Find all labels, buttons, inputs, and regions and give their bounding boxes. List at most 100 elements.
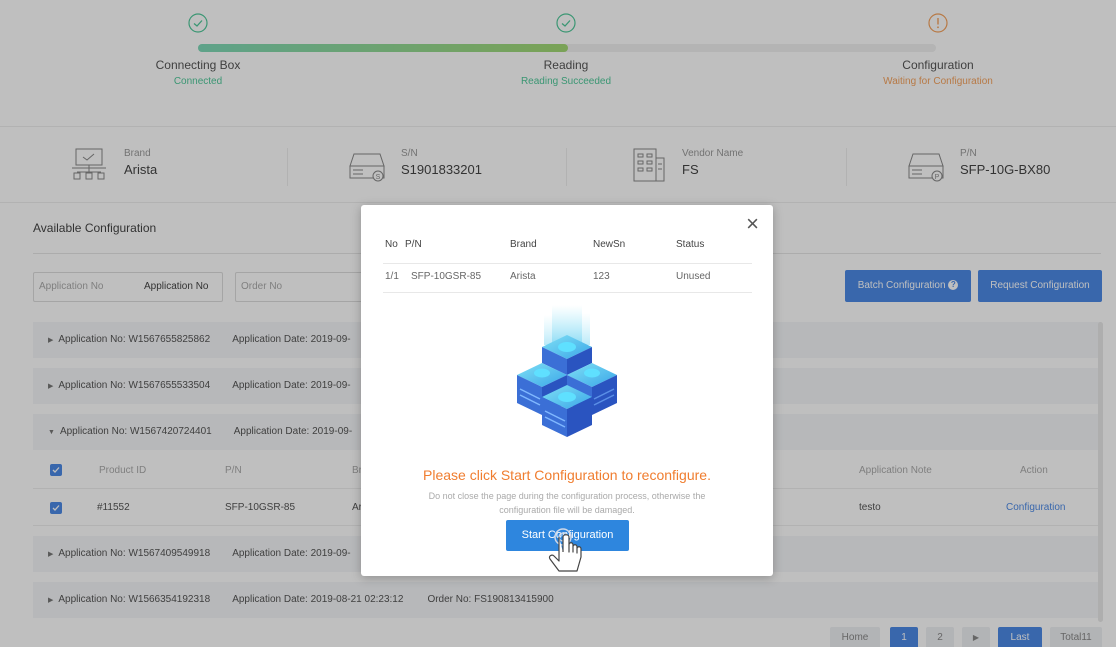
expand-arrow-icon: ▶ [48,597,54,604]
transceiver-sn-icon: S [349,153,385,182]
application-no: W1567409549918 [128,548,211,559]
application-date-label: Application Date: [232,380,308,391]
help-icon: ? [948,280,959,291]
divider [566,148,567,186]
application-no-value: Application No [144,281,209,292]
header-application-note: Application Note [859,465,932,476]
pn-label: P/N [960,148,977,159]
order-no: FS190813415900 [474,594,554,605]
batch-configuration-label: Batch Configuration [857,280,946,291]
page-total: Total11 [1050,627,1102,647]
modal-header-pn: P/N [405,239,422,250]
application-date: 2019-09- [310,380,351,391]
svg-text:P: P [935,174,940,181]
pn-value: SFP-10G-BX80 [960,162,1051,177]
network-device-icon [72,148,106,180]
page-1-button[interactable]: 1 [890,627,918,647]
divider [287,148,288,186]
application-no: W1567420724401 [129,426,212,437]
hand-pointer-icon [548,528,582,572]
check-circle-icon [188,13,208,33]
application-date: 2019-09- [310,548,351,559]
modal-message: Please click Start Configuration to reco… [423,467,711,483]
application-no-label: Application No: [58,594,126,605]
row-checkbox[interactable] [50,502,62,514]
step-connecting-box: Connecting Box Connected [88,13,308,87]
modal-cell-newsn: 123 [593,271,610,282]
cell-pn: SFP-10GSR-85 [225,502,296,513]
info-pn: P P/N SFP-10G-BX80 [906,148,1050,182]
page-home-button[interactable]: Home [830,627,880,647]
modal-cell-no: 1/1 [385,271,399,282]
batch-configuration-button[interactable]: Batch Configuration ? [845,270,971,302]
header-action: Action [1020,465,1048,476]
select-all-checkbox[interactable] [50,464,62,476]
divider [383,292,752,293]
application-no: W1566354192318 [128,594,211,605]
modal-header-newsn: NewSn [593,239,626,250]
application-row[interactable]: ▶ Application No: W1566354192318 Applicati… [33,582,1101,618]
application-no: W1567655533504 [128,380,211,391]
expand-arrow-icon: ▶ [48,551,54,558]
modal-note: Do not close the page during the configu… [428,491,706,515]
step-title: Connecting Box [155,58,241,72]
vendor-value: FS [682,162,699,177]
order-no-placeholder: Order No [241,281,283,292]
modal-header-brand: Brand [510,239,537,250]
expand-arrow-icon: ▶ [48,337,54,344]
cell-product-id: #11552 [97,502,130,513]
vendor-building-icon [633,148,665,182]
step-configuration: Configuration Waiting for Configuration [828,13,1048,87]
application-no-placeholder: Application No [39,281,104,292]
info-sn: S S/N S1901833201 [347,148,482,182]
step-status: Connected [173,76,223,87]
start-configuration-dialog: × No P/N Brand NewSn Status 1/1 SFP-10GS… [361,205,773,576]
divider [0,126,1116,127]
cell-application-note: testo [859,502,881,513]
divider [846,148,847,186]
check-circle-icon [556,13,576,33]
application-no-label: Application No: [58,380,126,391]
step-title: Configuration [902,58,974,72]
vendor-label: Vendor Name [682,148,744,159]
application-no-filter[interactable]: Application No Application No [33,272,223,302]
application-date-label: Application Date: [233,426,310,437]
page-2-button[interactable]: 2 [926,627,954,647]
application-date: 2019-09- [310,334,351,345]
application-date: 2019-08-21 02:23:12 [310,594,404,605]
application-no-label: Application No: [59,426,128,437]
application-date-label: Application Date: [232,334,308,345]
application-date-label: Application Date: [232,594,308,605]
request-configuration-button[interactable]: Request Configuration [978,270,1102,302]
expand-arrow-icon: ▶ [48,383,54,390]
sn-value: S1901833201 [401,162,482,177]
scrollbar[interactable] [1098,322,1103,622]
application-date: 2019-09- [312,426,353,437]
transceiver-pn-icon: P [908,153,944,182]
modal-header-status: Status [676,239,705,250]
page-next-button[interactable]: ▶ [962,627,990,647]
modal-cell-pn: SFP-10GSR-85 [411,271,482,282]
modal-cell-brand: Arista [510,271,536,282]
section-title: Available Configuration [33,221,157,235]
divider [0,202,1116,203]
brand-label: Brand [124,148,151,159]
header-pn: P/N [225,465,242,476]
application-date-label: Application Date: [232,548,308,559]
server-stack-illustration [517,305,617,437]
info-brand: Brand Arista [70,148,157,182]
close-icon[interactable]: × [746,213,759,235]
application-no-label: Application No: [58,334,126,345]
collapse-arrow-icon: ▼ [48,429,55,436]
sn-label: S/N [401,148,418,159]
svg-text:S: S [376,174,381,181]
configuration-link[interactable]: Configuration [1006,489,1065,527]
page-last-button[interactable]: Last [998,627,1042,647]
warning-circle-icon [928,13,948,33]
modal-cell-status: Unused [676,271,711,282]
divider [383,263,752,264]
application-no-label: Application No: [58,548,126,559]
order-no-filter[interactable]: Order No [235,272,375,302]
brand-value: Arista [124,162,158,177]
step-reading: Reading Reading Succeeded [456,13,676,87]
